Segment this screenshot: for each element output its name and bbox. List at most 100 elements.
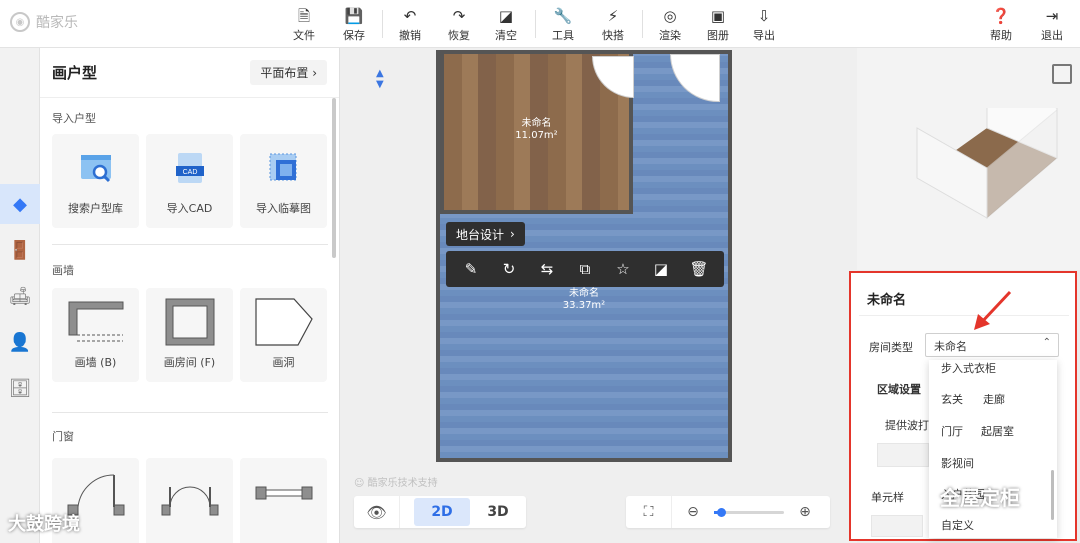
red-arrow-annotation bbox=[974, 290, 1012, 330]
render-label: 渲染 bbox=[659, 29, 681, 42]
export-button[interactable]: ⇩ 导出 bbox=[746, 6, 782, 44]
floorplan-icon: ◆ bbox=[13, 193, 27, 215]
room-type-label: 房间类型 bbox=[869, 341, 913, 354]
room-upper-name: 未命名 bbox=[521, 118, 552, 129]
lightning-icon: ⚡ bbox=[607, 7, 619, 25]
option-walk-in-closet[interactable]: 步入式衣柜 bbox=[941, 360, 996, 376]
dropdown-scrollbar[interactable] bbox=[1051, 470, 1054, 520]
cad-file-icon: CAD bbox=[160, 146, 220, 190]
file-menu-button[interactable]: 🗎 文件 bbox=[286, 6, 322, 44]
rail-floorplan-button[interactable]: ◆ bbox=[0, 184, 40, 224]
view-2d-button[interactable]: 2D bbox=[414, 498, 470, 526]
visibility-button[interactable]: 👁 bbox=[354, 496, 400, 528]
redo-button[interactable]: ↷ 恢复 bbox=[441, 6, 477, 44]
rotate-icon[interactable]: ↻ bbox=[497, 260, 521, 278]
undo-button[interactable]: ↶ 撤销 bbox=[392, 6, 428, 44]
import-section-title: 导入户型 bbox=[52, 112, 96, 125]
swap-icon[interactable]: ⇆ bbox=[535, 260, 559, 278]
view-3d-button[interactable]: 3D bbox=[470, 498, 526, 526]
exit-button[interactable]: ⇥ 退出 bbox=[1034, 6, 1070, 44]
option-entrance[interactable]: 玄关 bbox=[941, 391, 963, 407]
design-canvas[interactable]: ▲ ▼ 未命名 33.37m² 未命名 11.07m² 地台设计 › ✎ ↻ ⇆ … bbox=[340, 48, 857, 543]
draw-wall-card[interactable]: 画墙 (B) bbox=[52, 288, 139, 382]
star-icon[interactable]: ☆ bbox=[611, 260, 635, 278]
cabinet-icon: 🗄 bbox=[8, 377, 32, 399]
room-type-select[interactable]: 未命名 ⌃ bbox=[925, 333, 1059, 357]
chevron-up-icon: ⌃ bbox=[1042, 337, 1051, 348]
trash-icon[interactable]: 🗑 bbox=[687, 260, 711, 278]
door-card-double[interactable] bbox=[146, 458, 233, 543]
window-card[interactable] bbox=[240, 458, 327, 543]
panel-scrollbar[interactable] bbox=[332, 98, 336, 258]
file-label: 文件 bbox=[293, 29, 315, 42]
zoom-in-icon[interactable]: ⊕ bbox=[794, 504, 816, 520]
option-hall[interactable]: 门厅 bbox=[941, 423, 963, 439]
preview-3d-panel[interactable] bbox=[857, 48, 1080, 270]
save-button[interactable]: 💾 保存 bbox=[336, 6, 372, 44]
option-media-room[interactable]: 影视间 bbox=[941, 455, 974, 471]
zoom-slider[interactable] bbox=[714, 507, 784, 517]
draw-room-icon bbox=[160, 298, 220, 346]
double-door-icon bbox=[160, 470, 220, 516]
help-button[interactable]: ❓ 帮助 bbox=[983, 6, 1019, 44]
layout-link-label: 平面布置 bbox=[260, 66, 309, 80]
tools-menu-button[interactable]: 🔧 工具 bbox=[545, 6, 581, 44]
eye-icon: 👁 bbox=[366, 502, 387, 522]
border-input[interactable] bbox=[877, 443, 929, 467]
view-mode-switch: 2D 3D bbox=[414, 498, 526, 526]
render-button[interactable]: ◎ 渲染 bbox=[652, 6, 688, 44]
pencil-icon[interactable]: ✎ bbox=[459, 260, 483, 278]
top-toolbar: ◉ 酷家乐 🗎 文件 💾 保存 ↶ 撤销 ↷ 恢复 ◪ 清空 🔧 工具 ⚡ 快搭… bbox=[0, 0, 1080, 48]
fit-view-button[interactable]: ⛶ bbox=[626, 496, 672, 528]
album-button[interactable]: ▣ 图册 bbox=[700, 6, 736, 44]
undo-icon: ↶ bbox=[403, 7, 417, 25]
draw-wall-icon bbox=[66, 300, 126, 344]
toolbar-divider bbox=[642, 10, 643, 38]
option-corridor[interactable]: 走廊 bbox=[983, 391, 1005, 407]
option-custom[interactable]: 自定义 bbox=[941, 517, 974, 533]
zoom-out-icon[interactable]: ⊖ bbox=[682, 504, 704, 520]
rail-cabinet-button[interactable]: 🗄 bbox=[0, 368, 40, 408]
draw-room-card[interactable]: 画房间 (F) bbox=[146, 288, 233, 382]
eraser-icon[interactable]: ◪ bbox=[649, 260, 673, 278]
room-main-label: 未命名 33.37m² bbox=[440, 288, 728, 312]
room-edit-toolbar: ✎ ↻ ⇆ ⧉ ☆ ◪ 🗑 bbox=[446, 251, 724, 287]
rail-door-button[interactable]: 🚪 bbox=[0, 230, 40, 270]
export-icon: ⇩ bbox=[757, 7, 771, 25]
duplicate-icon[interactable]: ⧉ bbox=[573, 260, 597, 278]
rail-user-button[interactable]: 👤 bbox=[0, 322, 40, 362]
rail-furniture-button[interactable]: 🛋 bbox=[0, 276, 40, 316]
area-settings-tab[interactable]: 区域设置 bbox=[877, 381, 921, 397]
watermark-text: 酷家乐技术支持 bbox=[367, 478, 438, 489]
layout-link-button[interactable]: 平面布置 › bbox=[250, 60, 327, 85]
zoom-slider-knob[interactable] bbox=[717, 507, 726, 517]
exit-icon: ⇥ bbox=[1045, 7, 1059, 25]
view-controls: 👁 2D 3D bbox=[354, 496, 526, 528]
draw-hole-label: 画洞 bbox=[272, 356, 295, 369]
import-cad-card[interactable]: CAD 导入CAD bbox=[146, 134, 233, 228]
properties-divider bbox=[859, 315, 1069, 316]
app-logo: ◉ 酷家乐 bbox=[10, 12, 78, 32]
help-label: 帮助 bbox=[990, 29, 1012, 42]
zoom-controls: ⛶ ⊖ ⊕ bbox=[626, 496, 830, 528]
logo-icon: ◉ bbox=[10, 12, 30, 32]
quick-build-button[interactable]: ⚡ 快搭 bbox=[595, 6, 631, 44]
floorplan-panel: 画户型 平面布置 › 导入户型 搜索户型库 CAD 导入CAD 导入临摹图 画墙… bbox=[40, 48, 340, 543]
wrench-icon: 🔧 bbox=[553, 7, 573, 25]
room-3d-preview bbox=[916, 108, 1058, 220]
save-icon: 💾 bbox=[344, 7, 364, 25]
search-floorplan-label: 搜索户型库 bbox=[68, 202, 123, 215]
toggle-preview-icon[interactable] bbox=[1052, 64, 1072, 84]
import-trace-card[interactable]: 导入临摹图 bbox=[240, 134, 327, 228]
clear-button[interactable]: ◪ 清空 bbox=[488, 6, 524, 44]
search-floorplan-card[interactable]: 搜索户型库 bbox=[52, 134, 139, 228]
platform-design-button[interactable]: 地台设计 › bbox=[446, 222, 525, 246]
brand-watermark: 全屋定柜 bbox=[940, 486, 1020, 510]
compass-icon: ▲ ▼ bbox=[376, 68, 384, 90]
single-door-icon bbox=[66, 470, 126, 516]
panel-title: 画户型 bbox=[52, 64, 98, 82]
option-living-room[interactable]: 起居室 bbox=[981, 423, 1014, 439]
draw-hole-card[interactable]: 画洞 bbox=[240, 288, 327, 382]
tools-label: 工具 bbox=[552, 29, 574, 42]
unit-input[interactable] bbox=[871, 515, 923, 537]
